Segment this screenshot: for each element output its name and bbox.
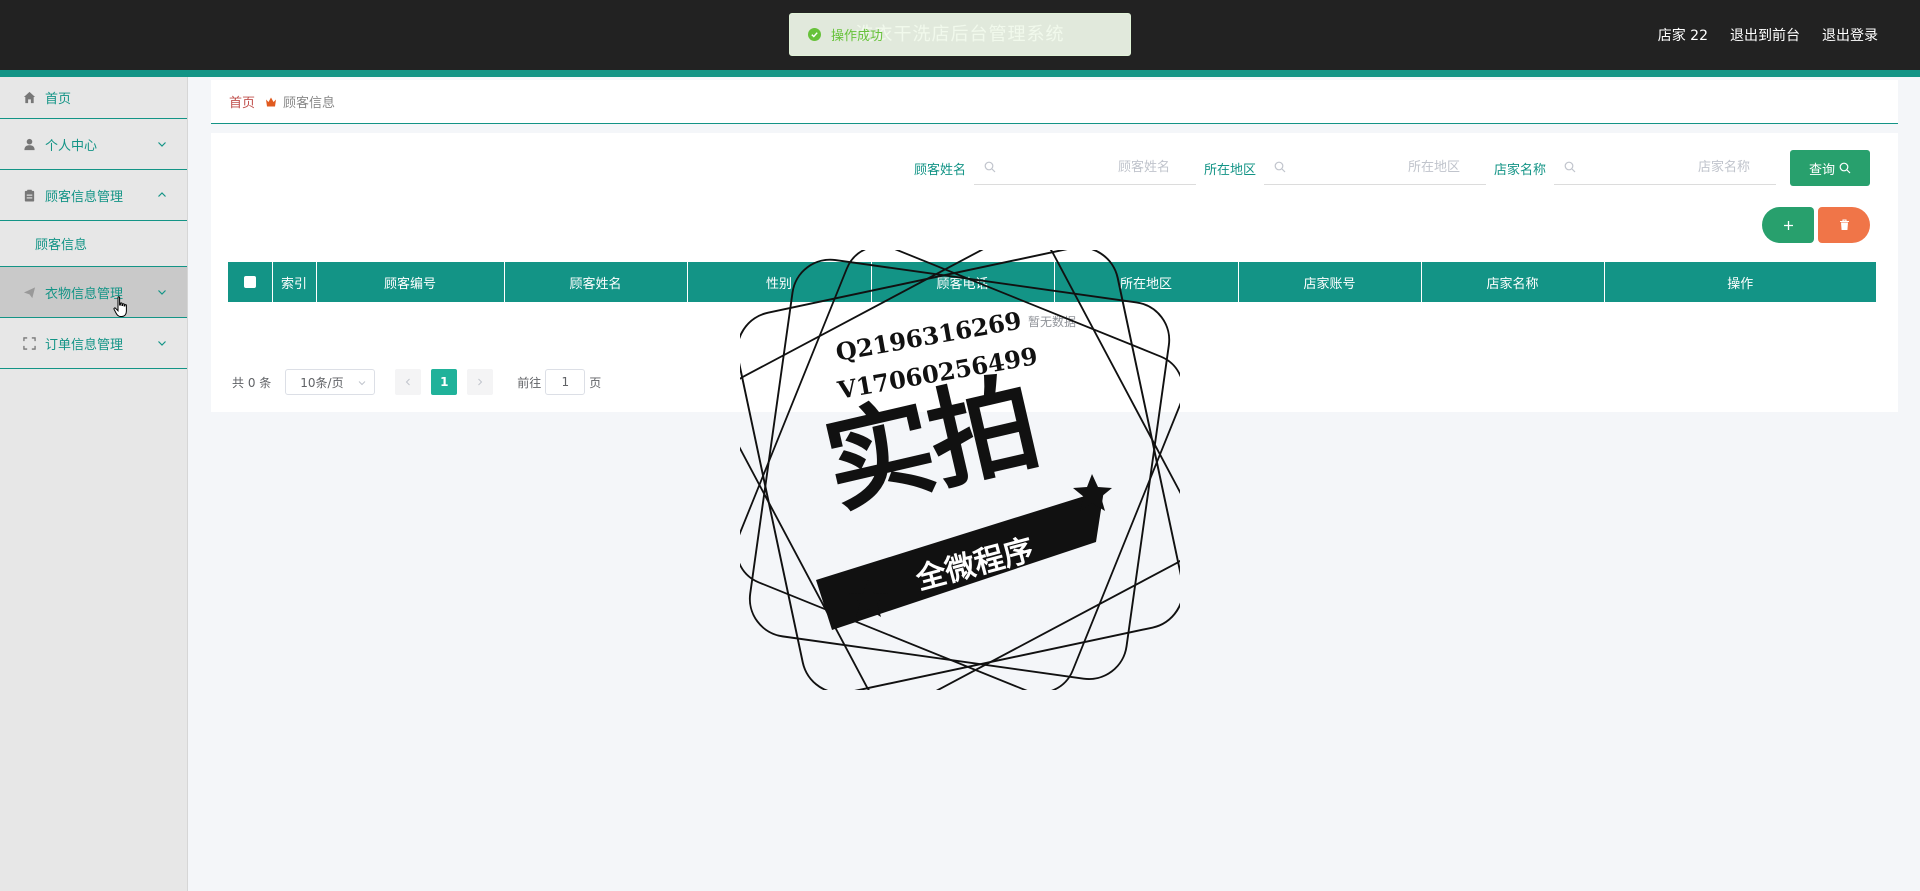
region-field — [1263, 151, 1486, 185]
prev-page-button[interactable] — [395, 369, 422, 395]
chevron-up-icon — [158, 192, 166, 197]
goto-prefix: 前往 — [517, 375, 542, 390]
breadcrumb-home-link[interactable]: 首页 — [229, 92, 255, 111]
sidebar-item-label: 首页 — [45, 92, 72, 107]
empty-table-text: 暂无数据 — [1027, 315, 1076, 329]
paper-plane-icon — [22, 285, 36, 299]
column-header: 店家名称 — [1421, 262, 1605, 302]
sidebar-item-personal-center[interactable]: 个人中心 — [0, 119, 187, 170]
page-size-value: 10条/页 — [300, 375, 344, 390]
column-header: 所在地区 — [1054, 262, 1239, 302]
toast-message: 操作成功 — [831, 29, 884, 44]
sidebar-subitem-customer-info[interactable]: 顾客信息 — [0, 221, 187, 267]
top-links: 店家 22 退出到前台 退出登录 — [1658, 0, 1878, 70]
table-header-row: 索引 顾客编号 顾客姓名 性别 顾客电话 所在地区 店家账号 店家名称 操作 — [228, 262, 1876, 302]
customer-name-field — [973, 151, 1196, 185]
current-user: 店家 22 — [1657, 28, 1708, 44]
hand-cursor-icon — [113, 296, 127, 317]
pagination: 共 0 条 10条/页 1 前往 页 — [232, 369, 601, 395]
user-icon — [22, 137, 36, 151]
trash-icon — [1839, 219, 1849, 230]
total-count: 共 0 条 — [232, 375, 272, 390]
exit-to-front-link[interactable]: 退出到前台 — [1730, 25, 1800, 45]
sidebar-item-clothes-management[interactable]: 衣物信息管理 — [0, 267, 187, 318]
column-header: 性别 — [687, 262, 872, 302]
customer-name-input[interactable] — [973, 151, 1196, 184]
add-button[interactable] — [1762, 207, 1814, 243]
chevron-down-icon — [358, 381, 366, 386]
chevron-down-icon — [158, 341, 166, 346]
success-toast: 操作成功 — [789, 13, 1131, 56]
goto-page-input[interactable] — [545, 369, 586, 395]
topbar-accent-line — [0, 70, 1920, 77]
column-header: 操作 — [1604, 262, 1876, 302]
query-button-label: 查询 — [1808, 162, 1835, 178]
check-circle-icon — [808, 28, 821, 41]
sidebar-item-home[interactable]: 首页 — [0, 77, 187, 119]
column-header: 顾客编号 — [316, 262, 505, 302]
sidebar-item-customer-management[interactable]: 顾客信息管理 — [0, 170, 187, 221]
breadcrumb: 首页 顾客信息 — [211, 80, 1898, 124]
page-number-current[interactable]: 1 — [431, 369, 458, 395]
delete-button[interactable] — [1818, 207, 1870, 243]
sidebar-item-label: 顾客信息管理 — [45, 189, 124, 205]
content-panel: 顾客姓名 所在地区 店家名称 查询 索引 — [211, 133, 1898, 412]
sidebar-item-label: 个人中心 — [45, 138, 98, 154]
column-header: 顾客电话 — [871, 262, 1055, 302]
crown-separator-icon — [266, 97, 277, 106]
sidebar: 首页 个人中心 顾客信息管理 顾客信息 衣物信息管理 订单信息管理 — [0, 77, 188, 891]
goto-suffix: 页 — [589, 375, 602, 390]
plus-icon — [1783, 220, 1793, 230]
clipboard-icon — [22, 188, 36, 202]
select-all-cell — [228, 262, 273, 302]
breadcrumb-current: 顾客信息 — [283, 96, 336, 111]
search-icon — [1839, 162, 1851, 174]
chevron-down-icon — [158, 142, 166, 147]
next-page-button[interactable] — [467, 369, 494, 395]
sidebar-item-label: 衣物信息管理 — [45, 286, 124, 302]
query-button[interactable]: 查询 — [1790, 150, 1870, 186]
table-actions — [1762, 207, 1870, 243]
chevron-down-icon — [158, 290, 166, 295]
column-header: 顾客姓名 — [504, 262, 688, 302]
home-icon — [22, 91, 36, 105]
select-all-checkbox[interactable] — [243, 276, 256, 288]
sidebar-item-order-management[interactable]: 订单信息管理 — [0, 318, 187, 369]
fullscreen-icon — [22, 336, 36, 350]
goto-page: 前往 页 — [517, 369, 601, 395]
shop-name-label: 店家名称 — [1493, 162, 1546, 178]
watermark-banner-text: 全微程序 — [912, 532, 1038, 598]
sidebar-item-label: 订单信息管理 — [45, 337, 124, 353]
shop-name-input[interactable] — [1554, 151, 1776, 184]
column-header: 店家账号 — [1238, 262, 1422, 302]
column-header: 索引 — [272, 262, 317, 302]
region-label: 所在地区 — [1203, 162, 1256, 178]
logout-link[interactable]: 退出登录 — [1822, 25, 1878, 45]
chevron-left-icon — [406, 378, 411, 386]
chevron-right-icon — [478, 378, 483, 386]
customer-name-label: 顾客姓名 — [913, 162, 966, 178]
region-input[interactable] — [1263, 151, 1486, 184]
search-form: 顾客姓名 所在地区 店家名称 查询 — [914, 150, 1870, 186]
page-size-select[interactable]: 10条/页 — [285, 369, 376, 395]
shop-name-field — [1554, 151, 1776, 185]
customer-table: 索引 顾客编号 顾客姓名 性别 顾客电话 所在地区 店家账号 店家名称 操作 — [228, 262, 1876, 302]
